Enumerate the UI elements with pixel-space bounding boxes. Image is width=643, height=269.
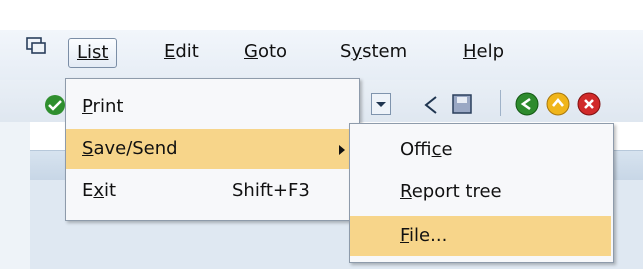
menu-system-label: stem [362,41,408,62]
red-cancel-icon[interactable] [577,92,601,120]
menu-edit[interactable]: Edit [164,41,199,63]
menu-item-print[interactable]: Print [66,87,357,127]
green-back-icon[interactable] [515,92,539,120]
list-menu: Print Save/Send Exit Shift+F3 [65,78,360,221]
system-menu-icon[interactable] [26,37,46,55]
menu-item-exit[interactable]: Exit Shift+F3 [66,171,357,211]
back-arrow-icon[interactable] [422,94,440,120]
menu-system[interactable]: System [340,41,407,63]
save-send-submenu: Office Report tree File... [349,123,614,263]
menu-list[interactable]: List [68,38,118,68]
menu-item-office[interactable]: Office [350,130,611,170]
menu-goto-label: oto [257,41,288,62]
submenu-arrow-icon [339,145,345,155]
menu-help-label: elp [476,41,505,62]
left-gutter [0,122,30,269]
menu-item-report-tree[interactable]: Report tree [350,172,611,212]
green-check-icon[interactable] [44,94,66,120]
dropdown-arrow-icon[interactable] [371,93,391,115]
menu-help[interactable]: Help [463,41,504,63]
toolbar-separator [500,90,501,116]
menu-item-save-send[interactable]: Save/Send [66,129,357,169]
menu-goto[interactable]: Goto [244,41,287,63]
yellow-exit-icon[interactable] [546,92,570,120]
exit-shortcut: Shift+F3 [232,180,310,201]
window-top-strip [0,0,643,30]
save-icon[interactable] [451,93,473,119]
menu-edit-label: dit [175,41,199,62]
menu-list-label: List [77,42,109,63]
menu-item-file[interactable]: File... [350,216,611,256]
